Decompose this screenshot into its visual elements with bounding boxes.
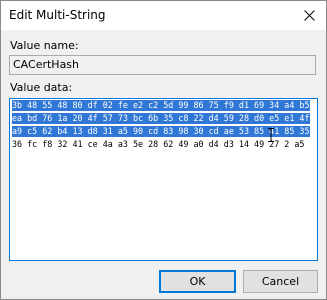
- selected-data-line: ea bd 76 1a 20 4f 57 73 bc 6b 35 c8 22 d…: [12, 113, 310, 124]
- data-line: 36 fc f8 32 41 ce 4a a3 5e 28 62 49 a0 d…: [12, 139, 305, 149]
- value-data-textarea[interactable]: 3b 48 55 48 80 df 02 fe e2 c2 5d 99 86 7…: [9, 98, 318, 261]
- dialog-title: Edit Multi-String: [9, 8, 106, 22]
- selected-data-line: 3b 48 55 48 80 df 02 fe e2 c2 5d 99 86 7…: [12, 100, 310, 111]
- title-bar[interactable]: Edit Multi-String: [1, 1, 326, 30]
- edit-multi-string-dialog: Edit Multi-String Value name: CACertHash…: [0, 0, 327, 300]
- close-icon: [304, 10, 315, 21]
- selected-data-line: a9 c5 62 b4 13 d8 31 a5 90 cd 83 98 30 c…: [12, 126, 310, 137]
- value-name-label: Value name:: [10, 39, 79, 52]
- value-name-text: CACertHash: [13, 58, 80, 71]
- text-cursor-icon: [268, 128, 274, 142]
- close-button[interactable]: [292, 1, 326, 30]
- cancel-button[interactable]: Cancel: [243, 270, 318, 293]
- value-data-label: Value data:: [10, 81, 73, 94]
- ok-button[interactable]: OK: [159, 270, 236, 293]
- value-name-field[interactable]: CACertHash: [9, 55, 316, 75]
